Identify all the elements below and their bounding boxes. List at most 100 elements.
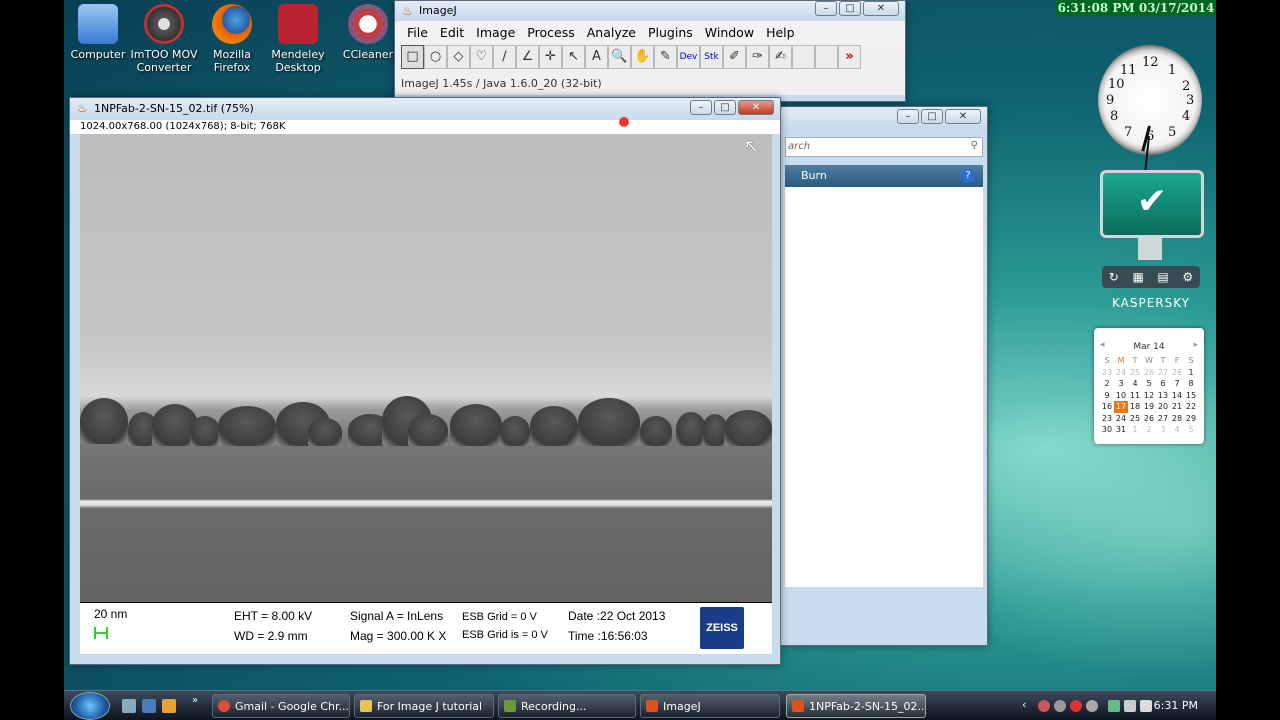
calendar-day[interactable]: 5 <box>1184 424 1198 436</box>
sem-image-canvas[interactable] <box>80 134 772 602</box>
tray-app-icon[interactable] <box>1086 700 1098 712</box>
calendar-day[interactable]: 9 <box>1100 390 1114 402</box>
media-player-icon[interactable] <box>162 699 176 713</box>
calendar-day[interactable]: 23 <box>1100 367 1114 379</box>
menu-edit[interactable]: Edit <box>434 21 470 43</box>
taskbar-button-folder[interactable]: For Image J tutorial <box>354 694 494 718</box>
wand-tool-icon[interactable]: ↖ <box>562 45 585 69</box>
desktop-icon-computer[interactable]: Computer <box>64 4 132 61</box>
prev-month-icon[interactable]: ◂ <box>1100 340 1105 350</box>
help-icon[interactable]: ? <box>961 169 975 183</box>
calendar-day[interactable]: 26 <box>1142 367 1156 379</box>
menu-window[interactable]: Window <box>699 21 760 43</box>
report-icon[interactable]: ▤ <box>1157 270 1168 284</box>
calendar-day[interactable]: 20 <box>1156 401 1170 413</box>
calendar-day[interactable]: 1 <box>1128 424 1142 436</box>
tray-app-icon[interactable] <box>1070 700 1082 712</box>
calendar-day[interactable]: 23 <box>1100 413 1114 425</box>
update-icon[interactable]: ↻ <box>1109 270 1119 284</box>
minimize-button[interactable]: – <box>897 109 919 124</box>
calendar-day[interactable]: 2 <box>1100 378 1114 390</box>
dev-tool-icon[interactable]: Dev <box>677 45 700 69</box>
start-button[interactable] <box>70 692 110 720</box>
desktop-icon-imtoo[interactable]: ImTOO MOV Converter <box>130 4 198 74</box>
desktop-icon-firefox[interactable]: Mozilla Firefox <box>198 4 266 74</box>
calendar-day[interactable]: 29 <box>1184 413 1198 425</box>
taskbar-clock[interactable]: 6:31 PM <box>1154 699 1198 712</box>
network-icon[interactable] <box>1108 700 1120 712</box>
calendar-day[interactable]: 31 <box>1114 424 1128 436</box>
calendar-day[interactable]: 24 <box>1114 367 1128 379</box>
volume-icon[interactable] <box>1140 700 1152 712</box>
kaspersky-gadget[interactable]: ✔ ↻ ▦ ▤ ⚙ KASPERSKY <box>1098 170 1204 310</box>
calendar-day[interactable]: 25 <box>1128 367 1142 379</box>
calendar-day[interactable]: 27 <box>1156 413 1170 425</box>
calendar-day[interactable]: 2 <box>1142 424 1156 436</box>
empty-tool-slot[interactable] <box>792 45 815 69</box>
burn-label[interactable]: Burn <box>801 169 827 182</box>
image-titlebar[interactable]: ♨ 1NPFab-2-SN-15_02.tif (75%) – □ ✕ <box>70 98 780 120</box>
tray-expand-icon[interactable]: ‹ <box>1022 698 1026 711</box>
calendar-day[interactable]: 16 <box>1100 401 1114 413</box>
close-button[interactable]: ✕ <box>945 109 981 124</box>
menu-image[interactable]: Image <box>470 21 521 43</box>
calendar-day[interactable]: 11 <box>1128 390 1142 402</box>
burn-toolbar[interactable]: Burn ? <box>785 165 983 187</box>
calendar-day[interactable]: 13 <box>1156 390 1170 402</box>
calendar-day[interactable]: 14 <box>1170 390 1184 402</box>
calendar-day[interactable]: 21 <box>1170 401 1184 413</box>
taskbar-button-image[interactable]: 1NPFab-2-SN-15_02... <box>786 694 926 718</box>
more-tools-icon[interactable]: » <box>838 45 861 69</box>
dropper-tool-icon[interactable]: ✎ <box>654 45 677 69</box>
calendar-day[interactable]: 15 <box>1184 390 1198 402</box>
angle-tool-icon[interactable]: ∠ <box>516 45 539 69</box>
calendar-day[interactable]: 6 <box>1156 378 1170 390</box>
tray-app-icon[interactable] <box>1038 700 1050 712</box>
desktop-icon-mendeley[interactable]: Mendeley Desktop <box>264 4 332 74</box>
flood-fill-tool-icon[interactable]: ✍ <box>769 45 792 69</box>
close-button[interactable]: ✕ <box>738 100 774 115</box>
point-tool-icon[interactable]: ✛ <box>539 45 562 69</box>
menu-file[interactable]: File <box>401 21 434 43</box>
close-button[interactable]: ✕ <box>863 1 899 16</box>
calendar-day[interactable]: 30 <box>1100 424 1114 436</box>
rectangle-tool-icon[interactable]: □ <box>401 45 424 69</box>
calendar-day[interactable]: 12 <box>1142 390 1156 402</box>
show-desktop-icon[interactable] <box>122 699 136 713</box>
oval-tool-icon[interactable]: ○ <box>424 45 447 69</box>
calendar-day[interactable]: 18 <box>1128 401 1142 413</box>
desktop-icon-ccleaner[interactable]: CCleaner <box>334 4 402 61</box>
calendar-day[interactable]: 25 <box>1128 413 1142 425</box>
imagej-window[interactable]: ♨ ImageJ – □ ✕ File Edit Image Process A… <box>394 0 906 102</box>
maximize-button[interactable]: □ <box>839 1 861 16</box>
menu-process[interactable]: Process <box>521 21 580 43</box>
menu-analyze[interactable]: Analyze <box>581 21 642 43</box>
tray-app-icon[interactable] <box>1124 700 1136 712</box>
calendar-day[interactable]: 19 <box>1142 401 1156 413</box>
calendar-day[interactable]: 3 <box>1156 424 1170 436</box>
settings-icon[interactable]: ⚙ <box>1182 270 1193 284</box>
calendar-day[interactable]: 4 <box>1128 378 1142 390</box>
calendar-day[interactable]: 24 <box>1114 413 1128 425</box>
brush-tool-icon[interactable]: ✑ <box>746 45 769 69</box>
search-input[interactable]: arch ⚲ <box>785 137 983 157</box>
line-tool-icon[interactable]: ∕ <box>493 45 516 69</box>
maximize-button[interactable]: □ <box>921 109 943 124</box>
clock-gadget[interactable]: 12 1 2 3 4 5 6 7 8 9 10 11 <box>1098 45 1202 172</box>
image-window[interactable]: ♨ 1NPFab-2-SN-15_02.tif (75%) – □ ✕ 1024… <box>69 97 781 665</box>
explorer-titlebar[interactable]: – □ ✕ <box>781 107 987 129</box>
freehand-tool-icon[interactable]: ♡ <box>470 45 493 69</box>
hand-tool-icon[interactable]: ✋ <box>631 45 654 69</box>
calendar-day[interactable]: 28 <box>1170 367 1184 379</box>
menu-help[interactable]: Help <box>760 21 801 43</box>
calendar-day[interactable]: 5 <box>1142 378 1156 390</box>
taskbar-button-recording[interactable]: Recording... <box>498 694 636 718</box>
calendar-day[interactable]: 26 <box>1142 413 1156 425</box>
calendar-day[interactable]: 10 <box>1114 390 1128 402</box>
calendar-day[interactable]: 1 <box>1184 367 1198 379</box>
next-month-icon[interactable]: ▸ <box>1193 340 1198 350</box>
search-icon[interactable]: ⚲ <box>971 140 978 151</box>
calendar-day[interactable]: 7 <box>1170 378 1184 390</box>
calendar-day[interactable]: 22 <box>1184 401 1198 413</box>
calendar-day[interactable]: 27 <box>1156 367 1170 379</box>
